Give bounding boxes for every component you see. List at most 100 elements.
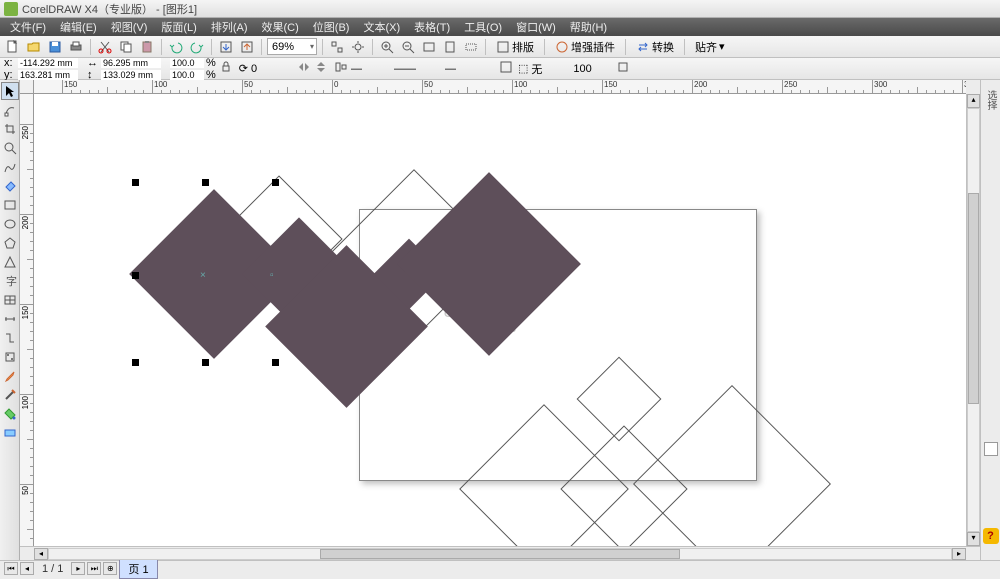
dimension-tool[interactable] (1, 310, 19, 328)
menu-text[interactable]: 文本(X) (357, 18, 406, 36)
zoom-tool[interactable] (1, 139, 19, 157)
lock-ratio-button[interactable] (219, 60, 233, 77)
pick-tool[interactable] (1, 82, 19, 100)
rotate-input[interactable]: 0 (251, 63, 291, 75)
menu-view[interactable]: 视图(V) (105, 18, 154, 36)
snap-button[interactable] (328, 38, 346, 56)
menu-file[interactable]: 文件(F) (4, 18, 52, 36)
selection-handle-ne[interactable] (272, 179, 279, 186)
page-next-button[interactable]: ▸ (71, 562, 85, 575)
cut-button[interactable] (96, 38, 114, 56)
print-button[interactable] (67, 38, 85, 56)
zoom-out-button[interactable] (399, 38, 417, 56)
dock-tab-select[interactable]: 选择 (981, 86, 1000, 114)
selection-center[interactable]: × (200, 270, 208, 278)
menu-window[interactable]: 窗口(W) (510, 18, 562, 36)
arrow-start-combo[interactable]: — (445, 63, 493, 75)
scale-y-input[interactable]: 100.0 (170, 70, 204, 80)
selection-handle-n[interactable] (202, 179, 209, 186)
canvas[interactable]: GX! sys (34, 94, 966, 546)
menu-edit[interactable]: 编辑(E) (54, 18, 103, 36)
scrollbar-vertical[interactable]: ▴ ▾ (966, 94, 980, 546)
selection-handle-w[interactable] (132, 272, 139, 279)
shape-tool[interactable] (1, 101, 19, 119)
redo-button[interactable] (188, 38, 206, 56)
basic-shapes-tool[interactable] (1, 253, 19, 271)
scroll-thumb-h[interactable] (320, 549, 681, 559)
scroll-up-button[interactable]: ▴ (967, 94, 980, 108)
outline-width-combo[interactable]: — (351, 63, 391, 75)
scroll-right-button[interactable]: ▸ (952, 548, 966, 560)
undo-button[interactable] (167, 38, 185, 56)
selection-handle-se[interactable] (272, 359, 279, 366)
selection-handle-s[interactable] (202, 359, 209, 366)
menu-effects[interactable]: 效果(C) (256, 18, 305, 36)
options-button[interactable] (349, 38, 367, 56)
menu-bitmap[interactable]: 位图(B) (307, 18, 356, 36)
zoom-in-button[interactable] (378, 38, 396, 56)
ruler-horizontal[interactable]: 15010050050100150200250300350 (34, 80, 966, 94)
convert-button[interactable]: 转换 (631, 38, 679, 56)
page-add-button[interactable]: ⊕ (103, 562, 117, 575)
menu-layout[interactable]: 版面(L) (155, 18, 202, 36)
selection-handle-nw[interactable] (132, 179, 139, 186)
page-first-button[interactable]: ⏮ (4, 562, 18, 575)
copy-button[interactable] (117, 38, 135, 56)
page-prev-button[interactable]: ◂ (20, 562, 34, 575)
thickness-combo[interactable]: 100 (573, 63, 613, 75)
ruler-vertical[interactable]: 25020015010050 (20, 94, 34, 546)
snap-to-button[interactable]: 贴齐 ▾ (690, 38, 730, 56)
connector-tool[interactable] (1, 329, 19, 347)
typeset-button[interactable]: 排版 (491, 38, 539, 56)
fill-combo[interactable]: 无 (531, 61, 567, 77)
zoom-fit-button[interactable] (420, 38, 438, 56)
enhance-plugin-button[interactable]: 增强插件 (550, 38, 620, 56)
paste-button[interactable] (138, 38, 156, 56)
zoom-combo[interactable]: 69% (267, 38, 317, 55)
align-button[interactable] (334, 60, 348, 77)
eyedropper-tool[interactable] (1, 367, 19, 385)
selection-handle-sw[interactable] (132, 359, 139, 366)
interactive-tool[interactable] (1, 348, 19, 366)
outline-tool[interactable] (1, 386, 19, 404)
scroll-down-button[interactable]: ▾ (967, 532, 980, 546)
smart-fill-tool[interactable] (1, 177, 19, 195)
fill-tool[interactable] (1, 405, 19, 423)
scroll-left-button[interactable]: ◂ (34, 548, 48, 560)
mirror-h-button[interactable] (297, 60, 311, 77)
page-last-button[interactable]: ⏭ (87, 562, 101, 575)
new-button[interactable] (4, 38, 22, 56)
zoom-sel-button[interactable] (462, 38, 480, 56)
hint-icon[interactable]: ? (983, 528, 999, 544)
color-swatch-white[interactable] (984, 442, 998, 456)
table-tool[interactable] (1, 291, 19, 309)
y-input[interactable]: 163.281 mm (18, 70, 78, 80)
import-button[interactable] (217, 38, 235, 56)
h-input[interactable]: 133.029 mm (101, 70, 161, 80)
scroll-thumb-v[interactable] (968, 193, 979, 404)
zoom-page-button[interactable] (441, 38, 459, 56)
ruler-origin[interactable] (20, 80, 34, 94)
open-button[interactable] (25, 38, 43, 56)
export-button[interactable] (238, 38, 256, 56)
text-tool[interactable]: 字 (1, 272, 19, 290)
mirror-v-button[interactable] (314, 60, 328, 77)
wrap-text-button[interactable] (499, 60, 513, 77)
freehand-tool[interactable] (1, 158, 19, 176)
ellipse-tool[interactable] (1, 215, 19, 233)
polygon-tool[interactable] (1, 234, 19, 252)
misc-button[interactable] (616, 60, 630, 77)
scale-x-input[interactable]: 100.0 (170, 58, 204, 68)
selection-center[interactable]: ▫ (270, 270, 278, 278)
crop-tool[interactable] (1, 120, 19, 138)
line-style-combo[interactable]: —— (394, 63, 442, 75)
rectangle-tool[interactable] (1, 196, 19, 214)
interactive-fill-tool[interactable] (1, 424, 19, 442)
menu-arrange[interactable]: 排列(A) (205, 18, 254, 36)
x-input[interactable]: -114.292 mm (18, 58, 78, 68)
save-button[interactable] (46, 38, 64, 56)
w-input[interactable]: 96.295 mm (101, 58, 161, 68)
menu-tools[interactable]: 工具(O) (458, 18, 508, 36)
menu-table[interactable]: 表格(T) (408, 18, 456, 36)
scrollbar-horizontal[interactable]: ◂ ▸ (20, 546, 980, 560)
